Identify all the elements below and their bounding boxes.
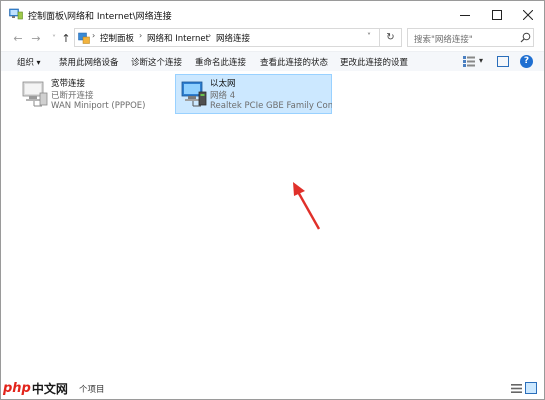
breadcrumb-separator-icon: › bbox=[208, 31, 212, 40]
annotation-arrow-icon bbox=[293, 182, 321, 230]
disable-device-button[interactable]: 禁用此网络设备 bbox=[59, 56, 119, 68]
arrow-left-icon: ← bbox=[13, 31, 23, 45]
window-title: 控制面板\网络和 Internet\网络连接 bbox=[28, 12, 172, 22]
up-button[interactable]: ↑ bbox=[59, 30, 73, 46]
connection-status: 网络 4 bbox=[210, 91, 236, 101]
ethernet-connection-icon bbox=[181, 81, 207, 107]
connection-device: Realtek PCIe GBE Family Contr... bbox=[210, 101, 332, 111]
connection-item-ethernet[interactable]: 以太网 网络 4 Realtek PCIe GBE Family Contr..… bbox=[175, 74, 332, 114]
change-view-icon[interactable] bbox=[463, 56, 475, 67]
address-bar[interactable]: › 控制面板 › 网络和 Internet › 网络连接 ˅ bbox=[74, 28, 380, 47]
search-input[interactable]: 搜索"网络连接" bbox=[407, 28, 534, 47]
breadcrumb-separator-icon: › bbox=[139, 31, 143, 40]
details-view-icon[interactable] bbox=[511, 383, 522, 394]
address-history-dropdown[interactable]: ˅ bbox=[362, 32, 376, 44]
maximize-icon bbox=[492, 9, 502, 20]
connection-item-broadband[interactable]: 宽带连接 已断开连接 WAN Miniport (PPPOE) bbox=[17, 75, 167, 115]
connection-device: WAN Miniport (PPPOE) bbox=[51, 101, 146, 111]
title-bar: 控制面板\网络和 Internet\网络连接 bbox=[1, 1, 544, 28]
watermark-logo: php 中文网 bbox=[3, 377, 68, 399]
minimize-icon bbox=[460, 14, 470, 16]
view-status-button[interactable]: 查看此连接的状态 bbox=[260, 56, 328, 68]
breadcrumb-separator-icon: › bbox=[92, 31, 96, 40]
diagnose-connection-button[interactable]: 诊断这个连接 bbox=[131, 56, 182, 68]
connections-list: 宽带连接 已断开连接 WAN Miniport (PPPOE) 以太网 网络 4… bbox=[1, 71, 544, 379]
organize-menu-button[interactable]: 组织 bbox=[17, 56, 41, 68]
maximize-button[interactable] bbox=[481, 1, 513, 28]
control-panel-icon bbox=[78, 32, 90, 44]
change-settings-button[interactable]: 更改此连接的设置 bbox=[340, 56, 408, 68]
command-bar: 组织 禁用此网络设备 诊断这个连接 重命名此连接 查看此连接的状态 更改此连接的… bbox=[1, 51, 544, 71]
minimize-button[interactable] bbox=[449, 1, 481, 28]
preview-pane-icon[interactable] bbox=[497, 56, 509, 67]
status-bar: 个项目 bbox=[1, 379, 544, 399]
network-connections-window: 控制面板\网络和 Internet\网络连接 ← → ˅ ↑ › 控制面板 › … bbox=[0, 0, 545, 400]
arrow-up-icon: ↑ bbox=[61, 31, 71, 45]
navigation-bar: ← → ˅ ↑ › 控制面板 › 网络和 Internet › 网络连接 ˅ ↻… bbox=[1, 28, 544, 48]
watermark-suffix: 中文网 bbox=[31, 381, 68, 396]
close-button[interactable] bbox=[512, 1, 544, 28]
breadcrumb-control-panel[interactable]: 控制面板 bbox=[100, 32, 134, 44]
search-icon bbox=[520, 32, 531, 43]
connection-status: 已断开连接 bbox=[51, 91, 94, 101]
refresh-icon: ↻ bbox=[386, 32, 395, 43]
close-icon bbox=[523, 9, 533, 20]
breadcrumb-network-internet[interactable]: 网络和 Internet bbox=[147, 32, 209, 44]
connection-name: 宽带连接 bbox=[51, 79, 86, 89]
item-count: 个项目 bbox=[79, 385, 105, 395]
breadcrumb-network-connections[interactable]: 网络连接 bbox=[216, 32, 250, 44]
connection-name: 以太网 bbox=[210, 79, 236, 89]
arrow-right-icon: → bbox=[31, 31, 41, 45]
network-folder-icon bbox=[9, 8, 23, 20]
view-options-dropdown[interactable]: ▾ bbox=[479, 56, 483, 65]
forward-button[interactable]: → bbox=[29, 30, 43, 46]
large-icons-view-icon[interactable] bbox=[525, 382, 537, 394]
refresh-button[interactable]: ↻ bbox=[380, 28, 402, 47]
search-placeholder: 搜索"网络连接" bbox=[414, 35, 473, 45]
watermark-brand: php bbox=[3, 380, 31, 396]
back-button[interactable]: ← bbox=[11, 30, 25, 46]
rename-connection-button[interactable]: 重命名此连接 bbox=[195, 56, 246, 68]
broadband-connection-icon bbox=[22, 81, 48, 107]
chevron-down-icon: ˅ bbox=[52, 33, 56, 43]
help-icon[interactable]: ? bbox=[520, 55, 533, 68]
